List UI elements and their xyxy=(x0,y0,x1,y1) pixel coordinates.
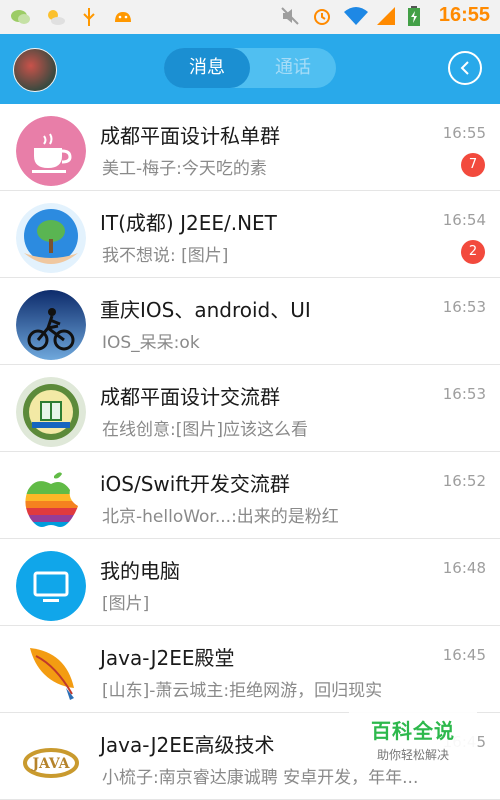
android-icon xyxy=(112,6,134,28)
weather-icon xyxy=(44,6,66,28)
conversation-name: 成都平面设计交流群 xyxy=(100,385,280,409)
conversation-time: 16:54 xyxy=(442,211,486,229)
conversation-time: 16:45 xyxy=(442,646,486,664)
conversation-time: 16:53 xyxy=(442,385,486,403)
conversation-time: 16:48 xyxy=(442,559,486,577)
conversation-preview: 在线创意:[图片]应该这么看 xyxy=(102,420,308,440)
conversation-preview: [图片] xyxy=(102,594,150,614)
tab-calls[interactable]: 通话 xyxy=(250,48,336,88)
conversation-row[interactable]: 成都平面设计私单群 美工-梅子:今天吃的素 16:55 7 xyxy=(0,104,500,191)
group-avatar-emblem xyxy=(16,377,86,447)
unread-badge: 7 xyxy=(461,153,485,177)
svg-text:JAVA: JAVA xyxy=(30,756,70,772)
conversation-list: 成都平面设计私单群 美工-梅子:今天吃的素 16:55 7 IT(成都) J2E… xyxy=(0,104,500,800)
conversation-row[interactable]: 重庆IOS、android、UI IOS_呆呆:ok 16:53 xyxy=(0,278,500,365)
conversation-preview: 北京-helloWor...:出来的是粉红 xyxy=(102,507,339,527)
conversation-time: 16:53 xyxy=(442,298,486,316)
conversation-name: 重庆IOS、android、UI xyxy=(100,298,311,322)
group-avatar-apple xyxy=(16,464,86,534)
group-avatar-feather xyxy=(16,638,86,708)
conversation-name: 我的电脑 xyxy=(100,559,180,583)
group-avatar-tree xyxy=(16,203,86,273)
conversation-preview: IOS_呆呆:ok xyxy=(102,333,200,353)
conversation-row[interactable]: 成都平面设计交流群 在线创意:[图片]应该这么看 16:53 xyxy=(0,365,500,452)
my-avatar[interactable] xyxy=(13,48,57,92)
signal-icon xyxy=(375,5,397,27)
monitor-icon xyxy=(16,551,86,621)
conversation-time: 16:52 xyxy=(442,472,486,490)
status-clock: 16:55 xyxy=(438,4,490,26)
conversation-name: Java-J2EE高级技术 xyxy=(100,733,275,757)
conversation-preview: 我不想说: [图片] xyxy=(102,246,229,266)
group-avatar-coffee xyxy=(16,116,86,186)
conversation-name: iOS/Swift开发交流群 xyxy=(100,472,290,496)
conversation-preview: 美工-梅子:今天吃的素 xyxy=(102,159,267,179)
app-header: 消息 通话 xyxy=(0,34,500,104)
conversation-name: Java-J2EE殿堂 xyxy=(100,646,235,670)
conversation-time: 16:55 xyxy=(442,124,486,142)
conversation-preview: [山东]-萧云城主:拒绝网游，回归现实 xyxy=(102,681,383,701)
conversation-row[interactable]: iOS/Swift开发交流群 北京-helloWor...:出来的是粉红 16:… xyxy=(0,452,500,539)
tab-messages[interactable]: 消息 xyxy=(164,48,250,88)
watermark-subtitle: 助你轻松解决 xyxy=(376,748,449,762)
alarm-icon xyxy=(311,5,333,27)
conversation-name: 成都平面设计私单群 xyxy=(100,124,280,148)
conversation-row[interactable]: 我的电脑 [图片] 16:48 xyxy=(0,539,500,626)
wechat-icon xyxy=(10,6,32,28)
status-bar: 16:55 xyxy=(0,0,500,34)
group-avatar-cyclist xyxy=(16,290,86,360)
wifi-icon xyxy=(343,5,368,27)
chevron-left-icon xyxy=(460,61,469,75)
tab-switcher: 消息 通话 xyxy=(164,48,336,88)
watermark-title: 百科全说 xyxy=(371,719,455,743)
computer-avatar xyxy=(16,551,86,621)
group-avatar-java: JAVA xyxy=(16,725,86,795)
mute-icon xyxy=(279,5,301,27)
conversation-row[interactable]: Java-J2EE殿堂 [山东]-萧云城主:拒绝网游，回归现实 16:45 xyxy=(0,626,500,713)
back-button[interactable] xyxy=(448,51,482,85)
conversation-name: IT(成都) J2EE/.NET xyxy=(100,211,277,235)
unread-badge: 2 xyxy=(461,240,485,264)
watermark: 百科全说 助你轻松解决 xyxy=(349,707,477,769)
usb-icon xyxy=(78,6,100,28)
conversation-row[interactable]: IT(成都) J2EE/.NET 我不想说: [图片] 16:54 2 xyxy=(0,191,500,278)
battery-icon xyxy=(407,5,429,27)
